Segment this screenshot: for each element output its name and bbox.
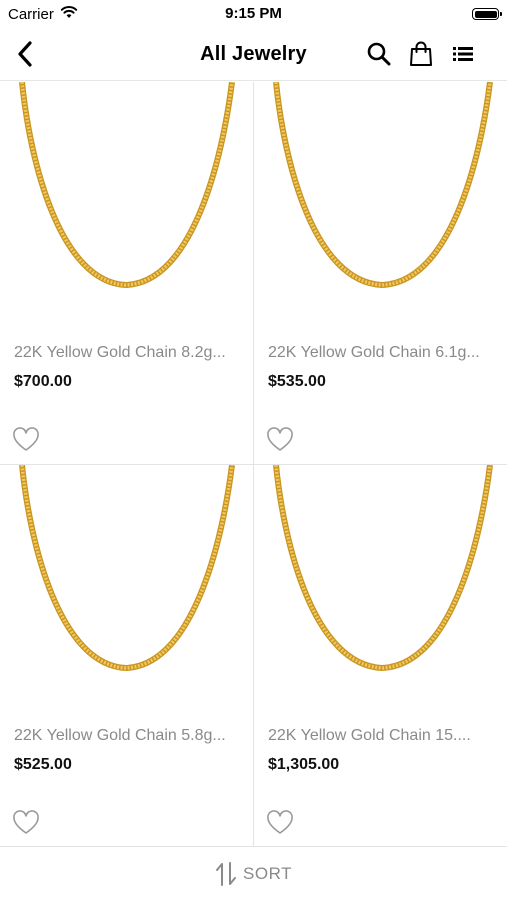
back-button[interactable] (12, 38, 40, 70)
search-button[interactable] (365, 40, 393, 68)
product-price: $1,305.00 (268, 756, 340, 773)
page-title: All Jewelry (200, 42, 307, 65)
product-title[interactable]: 22K Yellow Gold Chain 8.2g... (14, 344, 243, 362)
chain-image (273, 465, 493, 672)
favorite-button[interactable] (12, 810, 40, 836)
list-icon (453, 47, 473, 61)
heart-icon (267, 427, 293, 451)
product-title[interactable]: 22K Yellow Gold Chain 6.1g... (268, 344, 498, 362)
product-card[interactable]: 22K Yellow Gold Chain 8.2g... $700.00 (0, 82, 253, 464)
product-card[interactable]: 22K Yellow Gold Chain 5.8g... $525.00 (0, 465, 253, 847)
chain-image (273, 82, 493, 289)
product-price: $535.00 (268, 373, 326, 390)
chain-image (19, 465, 235, 672)
product-image[interactable] (254, 82, 507, 322)
product-title[interactable]: 22K Yellow Gold Chain 15.... (268, 727, 498, 745)
product-image[interactable] (0, 82, 253, 322)
status-bar: Carrier 9:15 PM (0, 0, 507, 28)
product-card[interactable]: 22K Yellow Gold Chain 6.1g... $535.00 (254, 82, 507, 464)
heart-icon (267, 810, 293, 834)
bag-button[interactable] (407, 40, 435, 68)
product-title[interactable]: 22K Yellow Gold Chain 5.8g... (14, 727, 243, 745)
product-grid: 22K Yellow Gold Chain 8.2g... $700.00 22… (0, 82, 507, 847)
chain-image (19, 82, 235, 289)
favorite-button[interactable] (12, 427, 40, 453)
product-card[interactable]: 22K Yellow Gold Chain 15.... $1,305.00 (254, 465, 507, 847)
sort-icon (216, 862, 237, 886)
product-price: $700.00 (14, 373, 72, 390)
search-icon (367, 42, 391, 66)
favorite-button[interactable] (266, 810, 294, 836)
status-time: 9:15 PM (225, 5, 282, 22)
product-image[interactable] (254, 465, 507, 705)
sort-label: SORT (243, 864, 292, 883)
battery-icon (472, 8, 502, 20)
product-image[interactable] (0, 465, 253, 705)
nav-bar: All Jewelry (0, 28, 507, 81)
list-view-button[interactable] (449, 40, 477, 68)
back-icon (18, 41, 32, 67)
heart-icon (13, 427, 39, 451)
nav-actions (365, 40, 477, 68)
favorite-button[interactable] (266, 427, 294, 453)
product-price: $525.00 (14, 756, 72, 773)
bag-icon (410, 41, 432, 66)
heart-icon (13, 810, 39, 834)
sort-button[interactable]: SORT (0, 846, 507, 901)
